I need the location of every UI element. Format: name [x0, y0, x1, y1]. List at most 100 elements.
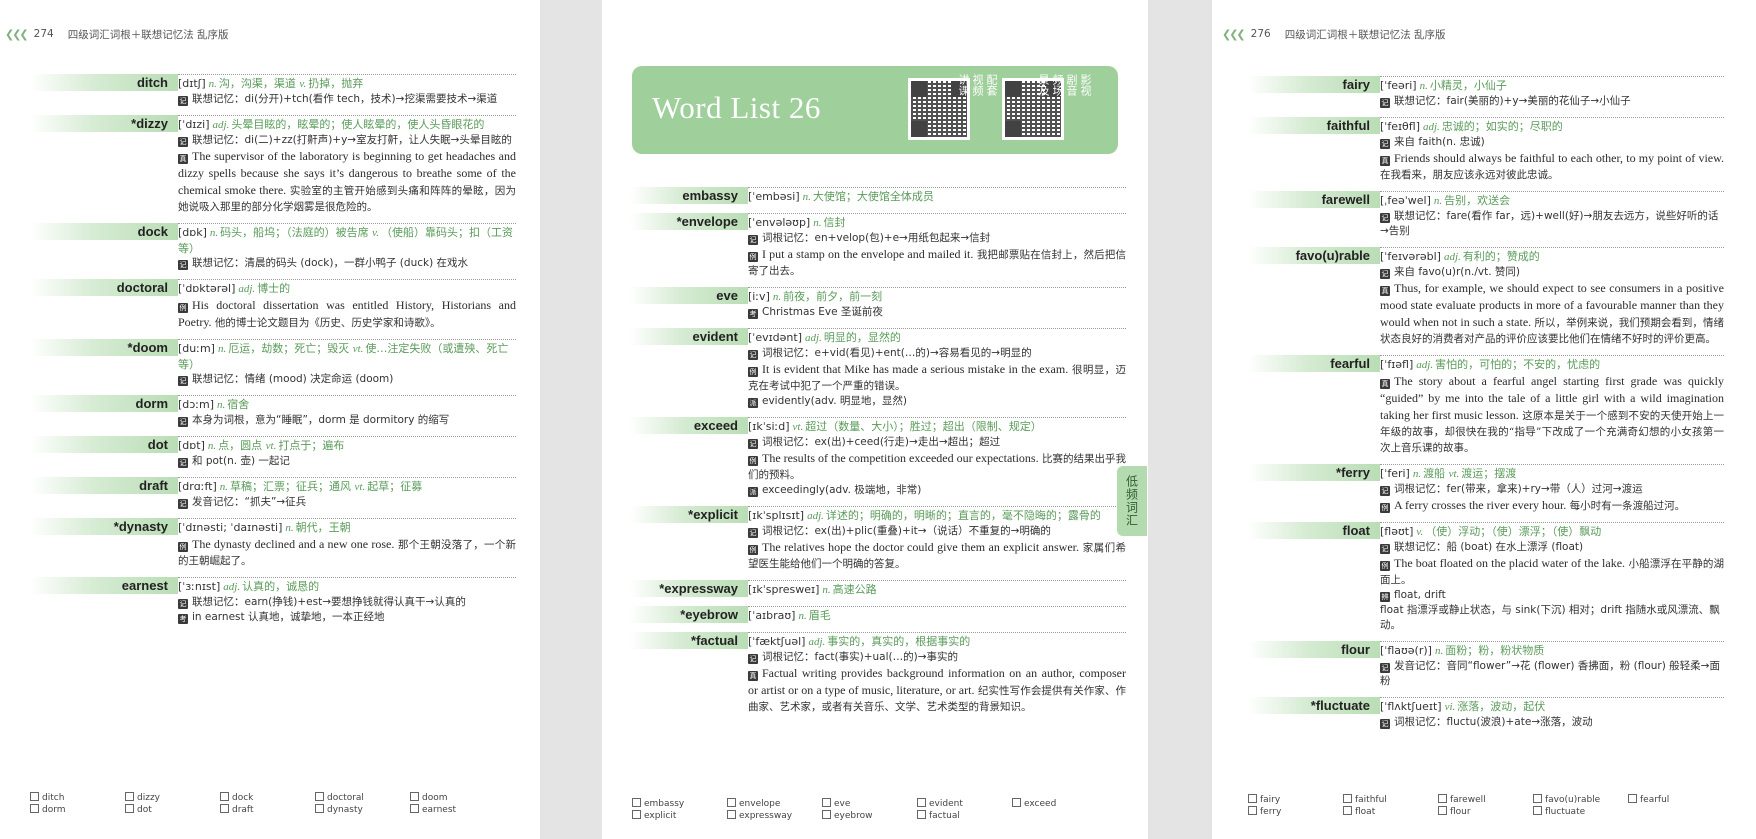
checklist-item[interactable]: evident: [917, 798, 1012, 810]
example-tag-icon: 例: [748, 456, 758, 466]
checklist-item[interactable]: dynasty: [315, 804, 410, 816]
running-title: 四级词汇词根＋联想记忆法 乱序版: [1284, 28, 1446, 41]
definition-line: [ˈdɒktərəl] adj. 博士的: [178, 281, 516, 297]
word-entry: *envelope [ˈenvələʊp] n. 信封记词根记忆：en+velop(包…: [602, 213, 1148, 279]
word-checklist: ditch dorm dizzy dot dock draft doctoral dynast…: [30, 792, 505, 816]
entry-body: [ˈenvələʊp] n. 信封记词根记忆：en+velop(包)+e→用纸包起来…: [748, 213, 1126, 279]
checklist-item[interactable]: faithful: [1343, 794, 1438, 806]
note-tag-icon: 记: [1380, 544, 1390, 554]
phonetic: [ˈdɒktərəl]: [178, 282, 236, 295]
checklist-item[interactable]: dot: [125, 804, 220, 816]
checklist-item[interactable]: float: [1343, 806, 1438, 818]
headword-column: *explicit: [630, 506, 748, 572]
definition-line: [ɪkˈsplɪsɪt] adj. 详述的；明确的，明晰的；直言的，毫不隐晦的；露骨…: [748, 508, 1126, 524]
phonetic: [dɒt]: [178, 439, 205, 452]
memory-note: 记词根记忆：ex(出)+ceed(行走)→走出→超出；超过: [748, 435, 1126, 450]
checklist-item[interactable]: flour: [1438, 806, 1533, 818]
definition-line: [ˈflʌktʃueɪt] vi. 涨落，波动，起伏: [1380, 699, 1724, 715]
checklist-item[interactable]: doom: [410, 792, 505, 804]
checklist-item[interactable]: envelope: [727, 798, 822, 810]
entry-body: [fləʊt] v. （使）浮动；（使）漂浮；（使）飘动记联想记忆：船 (boat)…: [1380, 522, 1724, 633]
note-text: 联想记忆：船 (boat) 在水上漂浮 (float): [1394, 541, 1584, 553]
headword-column: float: [1248, 522, 1380, 633]
left-page: ❮❮❮ 274 四级词汇词根＋联想记忆法 乱序版 ditch [dɪtʃ] n. 沟，…: [0, 0, 540, 839]
part-of-speech: n.: [1433, 195, 1443, 207]
phonetic: [ˈfæktʃuəl]: [748, 635, 806, 648]
part-of-speech: v.: [1416, 526, 1424, 538]
example-sentence: 真 Factual writing provides background inf…: [748, 665, 1126, 715]
checklist-item[interactable]: explicit: [632, 810, 727, 822]
memory-note: 记联想记忆：earn(挣钱)+est→要想挣钱就得认真干→认真的: [178, 595, 516, 610]
checklist-item[interactable]: farewell: [1438, 794, 1533, 806]
word-entry: faithful [ˈfeɪθfl] adj. 忠诚的；如实的；尽职的记来自 fait…: [1212, 117, 1756, 183]
checklist-item[interactable]: exceed: [1012, 798, 1107, 810]
checklist-item[interactable]: expressway: [727, 810, 822, 822]
qr-caption-text: 配套: [985, 74, 998, 96]
entry-body: [dɒk] n. 码头，船坞；（法庭的）被告席 v. （使船）靠码头；扣（工资等）记联…: [178, 223, 516, 271]
note-text: Christmas Eve 圣诞前夜: [762, 306, 883, 318]
phonetic: [ˈdɪzi]: [178, 118, 210, 131]
part-of-speech: n.: [802, 191, 811, 203]
word-entry: *expressway [ɪkˈspresweɪ] n. 高速公路: [602, 580, 1148, 598]
definition-line: [ˈɜːnɪst] adj. 认真的，诚恳的: [178, 579, 516, 595]
definition: 起草；征募: [367, 480, 423, 493]
definition: 事实的，真实的，根据事实的: [827, 635, 971, 648]
checklist-item[interactable]: dorm: [30, 804, 125, 816]
headword: *explicit: [630, 506, 748, 523]
note-tag-icon: 记: [178, 376, 188, 386]
memory-note: 记和 pot(n. 壶) 一起记: [178, 454, 516, 469]
page-number: 276: [1250, 28, 1271, 40]
headword: flour: [1248, 641, 1380, 658]
definition: 超过（数量、大小）；胜过；超出（限制、规定）: [805, 420, 1042, 433]
memory-note: 派 evidently(adv. 明显地，显然): [748, 394, 1126, 409]
part-of-speech: n.: [822, 584, 831, 596]
part-of-speech: adj.: [223, 581, 241, 593]
word-entry: favo(u)rable [ˈfeɪvərəbl] adj. 有利的；赞成的记来自 f…: [1212, 247, 1756, 347]
checklist-item[interactable]: embassy: [632, 798, 727, 810]
word-entry: *doom [duːm] n. 厄运，劫数；死亡；毁灭 vt. 使…注定失败（或遭殃、死…: [0, 339, 540, 387]
memory-note: 记联想记忆：清晨的码头 (dock)，一群小鸭子 (duck) 在戏水: [178, 256, 516, 271]
checklist-item[interactable]: draft: [220, 804, 315, 816]
part-of-speech: vt.: [354, 481, 366, 493]
memory-note: float 指漂浮或静止状态，与 sink(下沉) 相对；drift 指随水或风…: [1380, 603, 1724, 633]
word-entry: fairy [ˈfeəri] n. 小精灵，小仙子记联想记忆：fair(美丽的)+y→…: [1212, 76, 1756, 109]
example-tag-icon: 真: [1380, 379, 1390, 389]
memory-note: 记词根记忆：en+velop(包)+e→用纸包起来→信封: [748, 231, 1126, 246]
checklist-item[interactable]: fairy: [1248, 794, 1343, 806]
checklist-item[interactable]: fearful: [1628, 794, 1723, 806]
part-of-speech: vt.: [792, 421, 804, 433]
entry-body: [ɪkˈsiːd] vt. 超过（数量、大小）；胜过；超出（限制、规定）记词根记忆：…: [748, 417, 1126, 498]
checklist-item[interactable]: ditch: [30, 792, 125, 804]
checklist-item[interactable]: favo(u)rable: [1533, 794, 1628, 806]
checklist-item[interactable]: eve: [822, 798, 917, 810]
checklist-item[interactable]: dizzy: [125, 792, 220, 804]
checklist-item[interactable]: dock: [220, 792, 315, 804]
qr-caption-text: 剧音: [1065, 74, 1078, 96]
checklist-item[interactable]: eyebrow: [822, 810, 917, 822]
phonetic: [ˈevɪdənt]: [748, 331, 803, 344]
checklist-item[interactable]: fluctuate: [1533, 806, 1628, 818]
note-tag-icon: 记: [748, 350, 758, 360]
headword: earnest: [30, 577, 178, 594]
checklist-item[interactable]: factual: [917, 810, 1012, 822]
part-of-speech: adj.: [238, 283, 256, 295]
example-tag-icon: 真: [748, 671, 758, 681]
word-entry: dot [dɒt] n. 点，圆点 vt. 打点于；遍布记和 pot(n. 壶) 一起记: [0, 436, 540, 469]
headword: *doom: [30, 339, 178, 356]
example-tag-icon: 例: [1380, 561, 1390, 571]
part-of-speech: n.: [1419, 80, 1428, 92]
definition: 宿舍: [227, 398, 250, 411]
phonetic: [ɪkˈspresweɪ]: [748, 583, 820, 596]
example-tag-icon: 例: [178, 303, 188, 313]
headword: *factual: [630, 632, 748, 649]
headword-column: dot: [30, 436, 178, 469]
definition: 信封: [823, 216, 846, 229]
part-of-speech: adj.: [1416, 359, 1434, 371]
checklist-item[interactable]: ferry: [1248, 806, 1343, 818]
definition-line: [ˈferi] n. 渡船 vt. 渡运；摆渡: [1380, 466, 1724, 482]
checklist-item[interactable]: earnest: [410, 804, 505, 816]
definition: 害怕的，可怕的；不安的，忧虑的: [1435, 358, 1601, 371]
headword-column: draft: [30, 477, 178, 510]
checklist-item[interactable]: doctoral: [315, 792, 410, 804]
example-tag-icon: 例: [748, 545, 758, 555]
